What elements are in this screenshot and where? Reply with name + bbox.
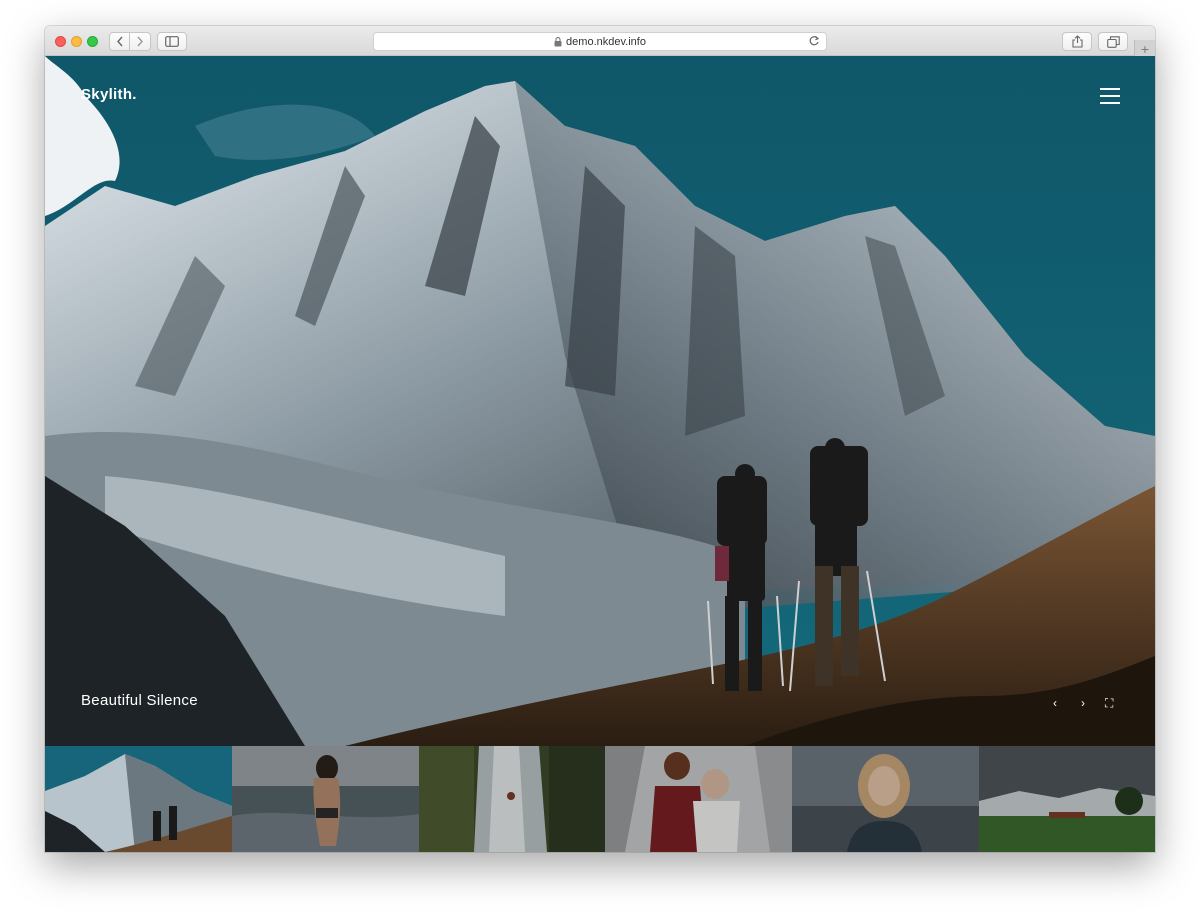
thumbnail-couple-in-snow[interactable] xyxy=(605,746,792,852)
minimize-window-button[interactable] xyxy=(71,36,82,47)
thumbnail-strip xyxy=(45,746,1155,852)
tabs-icon xyxy=(1106,35,1120,48)
history-nav xyxy=(109,32,151,51)
sidebar-icon xyxy=(165,36,179,47)
sidebar-toggle-button[interactable] xyxy=(157,32,187,51)
forward-button[interactable] xyxy=(130,32,151,51)
reload-icon[interactable] xyxy=(808,35,820,50)
zoom-window-button[interactable] xyxy=(87,36,98,47)
thumbnail-woman-on-beach[interactable] xyxy=(232,746,419,852)
thumbnail-green-field-landscape[interactable] xyxy=(979,746,1155,852)
browser-toolbar: demo.nkdev.info + xyxy=(45,26,1155,57)
forward-icon xyxy=(137,36,143,47)
new-tab-button[interactable]: + xyxy=(1134,40,1155,57)
share-button[interactable] xyxy=(1062,32,1092,51)
site-logo[interactable]: Skylith. xyxy=(81,86,137,103)
address-bar[interactable]: demo.nkdev.info xyxy=(373,32,827,51)
show-tabs-button[interactable] xyxy=(1098,32,1128,51)
close-window-button[interactable] xyxy=(55,36,66,47)
prev-slide-icon[interactable]: ‹ xyxy=(1053,696,1057,710)
mountain-hikers-photo xyxy=(45,56,1155,746)
next-slide-icon[interactable]: › xyxy=(1081,696,1085,710)
hero-slide: Skylith. Beautiful Silence ‹ › ⛶ xyxy=(45,56,1155,746)
slide-caption: Beautiful Silence xyxy=(81,692,198,709)
page-viewport: Skylith. Beautiful Silence ‹ › ⛶ xyxy=(45,56,1155,852)
fullscreen-icon[interactable]: ⛶ xyxy=(1105,696,1113,711)
url-text: demo.nkdev.info xyxy=(566,35,646,48)
browser-window: demo.nkdev.info + Skylith. Beautiful Sil… xyxy=(45,26,1155,852)
plus-icon: + xyxy=(1140,40,1150,57)
thumbnail-woman-portrait[interactable] xyxy=(792,746,979,852)
back-button[interactable] xyxy=(109,32,130,51)
hamburger-menu-icon[interactable] xyxy=(1100,88,1120,104)
thumbnail-mountain-hikers[interactable] xyxy=(45,746,232,852)
lock-icon xyxy=(554,36,562,47)
back-icon xyxy=(116,36,123,47)
thumbnail-waterfall-climber[interactable] xyxy=(419,746,605,852)
share-icon xyxy=(1071,35,1083,48)
